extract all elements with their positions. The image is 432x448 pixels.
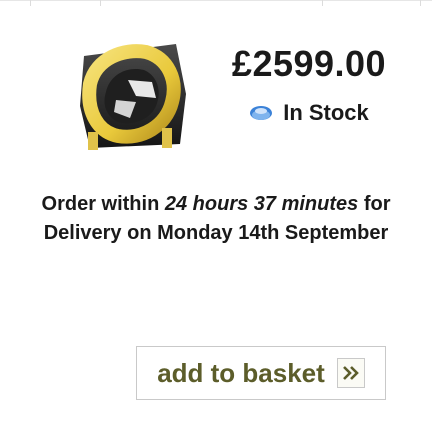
delivery-countdown: 24 hours 37 minutes <box>164 193 359 215</box>
top-divider <box>0 0 432 6</box>
in-stock-indicator-icon <box>249 105 273 121</box>
product-purchase-panel: £2599.00 In Stock Order within 24 hours … <box>0 0 432 448</box>
product-image-icon <box>76 36 190 152</box>
delivery-date: Monday 14th September <box>157 222 389 244</box>
add-to-basket-button[interactable]: add to basket <box>136 346 386 400</box>
product-price: £2599.00 <box>231 43 387 84</box>
stock-label: In Stock <box>283 100 369 125</box>
delivery-prefix: Order within <box>41 193 165 215</box>
add-to-basket-label: add to basket <box>157 357 325 388</box>
stock-status: In Stock <box>190 100 428 126</box>
chevron-right-icon <box>336 358 365 388</box>
product-thumbnail[interactable] <box>76 36 190 152</box>
delivery-message: Order within 24 hours 37 minutes for Del… <box>0 190 432 248</box>
price-stock-block: £2599.00 In Stock <box>190 44 428 126</box>
